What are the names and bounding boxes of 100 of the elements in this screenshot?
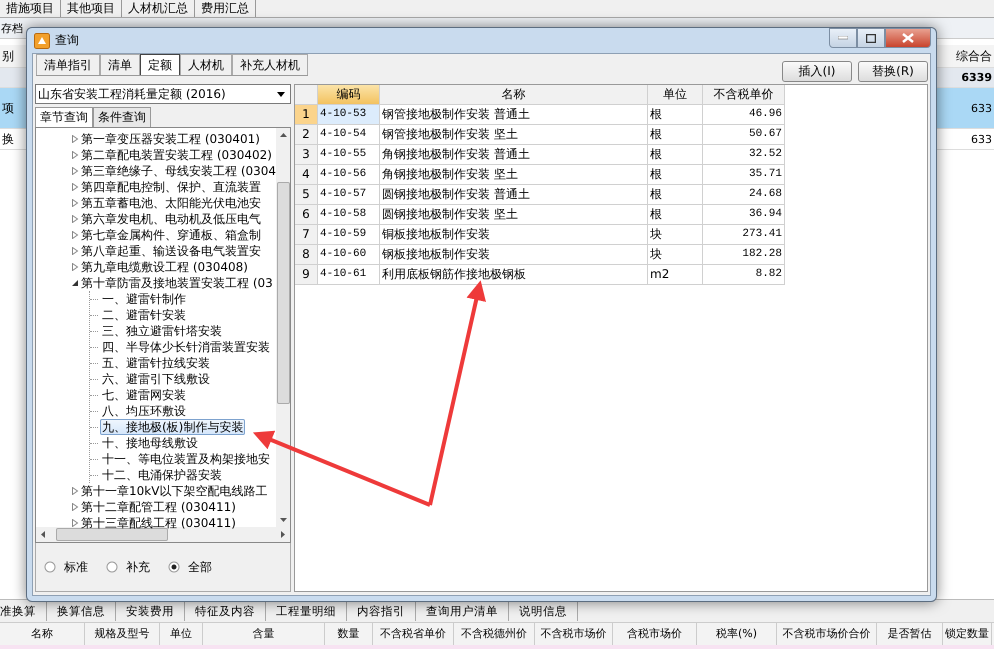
tree-item[interactable]: 五、避雷针拉线安装 [100, 355, 212, 371]
tab[interactable]: 补充人材机 [232, 54, 308, 75]
tab[interactable]: 定额 [140, 54, 180, 75]
tree-item[interactable]: 九、接地极(板)制作与安装 [100, 419, 246, 435]
tab[interactable]: 章节查询 [35, 107, 93, 127]
table-cell: 4-10-58 [318, 205, 380, 224]
tab[interactable]: 人材机 [180, 54, 232, 75]
tree-item[interactable]: 三、独立避雷针塔安装 [100, 323, 224, 339]
close-button[interactable] [885, 28, 931, 48]
toolbar-label[interactable]: 存档 [0, 20, 23, 36]
table-cell: 4-10-57 [318, 185, 380, 204]
library-dropdown[interactable]: 山东省安装工程消耗量定额 (2016) [35, 84, 291, 104]
tree-item[interactable]: 第九章电缆敷设工程 (030408) [81, 260, 248, 274]
table-cell: m2 [648, 265, 703, 284]
horizontal-scrollbar[interactable] [36, 527, 290, 542]
sheet-tab[interactable]: 费用汇总 [195, 0, 256, 17]
column-header: 综合合 [955, 48, 993, 64]
radio-icon[interactable] [168, 561, 180, 573]
table-cell: 圆钢接地极制作安装 普通土 [380, 185, 648, 204]
table-cell: 4-10-59 [318, 225, 380, 244]
tree-item[interactable]: 第五章蓄电池、太阳能光伏电池安 [81, 196, 261, 210]
table-cell: 铜板接地板制作安装 [380, 225, 648, 244]
tree-item[interactable]: 第一章变压器安装工程 (030401) [81, 132, 260, 146]
expand-icon[interactable] [71, 231, 79, 239]
row-number[interactable]: 5 [295, 185, 318, 204]
tree-item[interactable]: 二、避雷针安装 [100, 307, 188, 323]
column-header[interactable]: 名称 [380, 85, 648, 104]
row-number[interactable]: 7 [295, 225, 318, 244]
column-header[interactable]: 编码 [318, 85, 380, 104]
table-cell: 钢管接地极制作安装 坚土 [380, 125, 648, 144]
tree-item[interactable]: 十二、电涌保护器安装 [100, 467, 224, 483]
scroll-left-icon[interactable] [40, 531, 46, 538]
expand-icon[interactable] [71, 263, 79, 271]
expand-icon[interactable] [71, 487, 79, 495]
table-cell: 项 [2, 100, 14, 114]
table-cell: 角钢接地极制作安装 普通土 [380, 145, 648, 164]
expand-icon[interactable] [71, 151, 79, 159]
table-cell: 根 [648, 105, 703, 124]
table-cell: 273.41 [703, 225, 785, 244]
tree-item[interactable]: 六、避雷引下线敷设 [100, 371, 212, 387]
action-button[interactable]: 插入(I) [782, 61, 852, 82]
table-cell: 6339 [961, 71, 992, 84]
tree-item[interactable]: 第十章防雷及接地装置安装工程 (03 [81, 276, 273, 290]
table-cell: 4-10-60 [318, 245, 380, 264]
collapse-icon[interactable] [71, 279, 79, 287]
table-cell: 4-10-56 [318, 165, 380, 184]
table-cell: 根 [648, 205, 703, 224]
sheet-tab[interactable]: 人材机汇总 [122, 0, 195, 17]
tree-item[interactable]: 第十二章配管工程 (030411) [81, 500, 236, 514]
tree-item[interactable]: 第二章配电装置安装工程 (030402) [81, 148, 272, 162]
row-number[interactable]: 3 [295, 145, 318, 164]
table-cell: 4-10-54 [318, 125, 380, 144]
scroll-right-icon[interactable] [280, 531, 286, 538]
tab[interactable]: 清单 [100, 54, 140, 75]
row-number[interactable]: 9 [295, 265, 318, 284]
expand-icon[interactable] [71, 183, 79, 191]
tab[interactable]: 清单指引 [36, 54, 100, 75]
radio-option[interactable]: 全部 [168, 558, 212, 576]
column-header[interactable]: 不含税单价 [703, 85, 785, 104]
expand-icon[interactable] [71, 167, 79, 175]
expand-icon[interactable] [71, 215, 79, 223]
tree-item[interactable]: 第十三章配线工程 (030411) [81, 516, 236, 530]
radio-icon[interactable] [106, 561, 118, 573]
table-cell: 根 [648, 145, 703, 164]
tree-item[interactable]: 七、避雷网安装 [100, 387, 188, 403]
tab[interactable]: 条件查询 [93, 107, 151, 127]
tree-item[interactable]: 第十一章10kV以下架空配电线路工 [81, 484, 268, 498]
vertical-scrollbar[interactable] [276, 128, 290, 527]
tree-item[interactable]: 第六章发电机、电动机及低压电气 [81, 212, 261, 226]
tree-item[interactable]: 第八章起重、输送设备电气装置安 [81, 244, 261, 258]
radio-option[interactable]: 补充 [106, 558, 150, 576]
radio-option[interactable]: 标准 [44, 558, 88, 576]
table-cell: 633 [971, 132, 992, 146]
tree-item[interactable]: 十、接地母线敷设 [100, 435, 200, 451]
tree-item[interactable]: 一、避雷针制作 [100, 291, 188, 307]
column-header[interactable]: 单位 [648, 85, 703, 104]
maximize-button[interactable] [857, 28, 885, 48]
tree-item[interactable]: 四、半导体少长针消雷装置安装 [100, 339, 272, 355]
minimize-icon [838, 36, 848, 40]
tree-item[interactable]: 八、均压环敷设 [100, 403, 188, 419]
radio-icon[interactable] [44, 561, 56, 573]
table-cell: 4-10-61 [318, 265, 380, 284]
row-number[interactable]: 4 [295, 165, 318, 184]
expand-icon[interactable] [71, 247, 79, 255]
row-number[interactable]: 1 [295, 105, 318, 124]
tree-item[interactable]: 第七章金属构件、穿通板、箱盒制 [81, 228, 261, 242]
expand-icon[interactable] [71, 503, 79, 511]
tree-item[interactable]: 第三章绝缘子、母线安装工程 (0304 [81, 164, 276, 178]
action-button[interactable]: 替换(R) [858, 61, 928, 82]
tree-item[interactable]: 第四章配电控制、保护、直流装置 [81, 180, 261, 194]
tree-item[interactable]: 十一、等电位装置及构架接地安 [100, 451, 272, 467]
table-cell: 块 [648, 225, 703, 244]
table-cell: 36.94 [703, 205, 785, 224]
row-number[interactable]: 8 [295, 245, 318, 264]
expand-icon[interactable] [71, 199, 79, 207]
row-number[interactable]: 6 [295, 205, 318, 224]
row-number[interactable]: 2 [295, 125, 318, 144]
expand-icon[interactable] [71, 135, 79, 143]
sheet-tab[interactable]: 措施项目 [0, 0, 61, 17]
sheet-tab[interactable]: 其他项目 [61, 0, 122, 17]
